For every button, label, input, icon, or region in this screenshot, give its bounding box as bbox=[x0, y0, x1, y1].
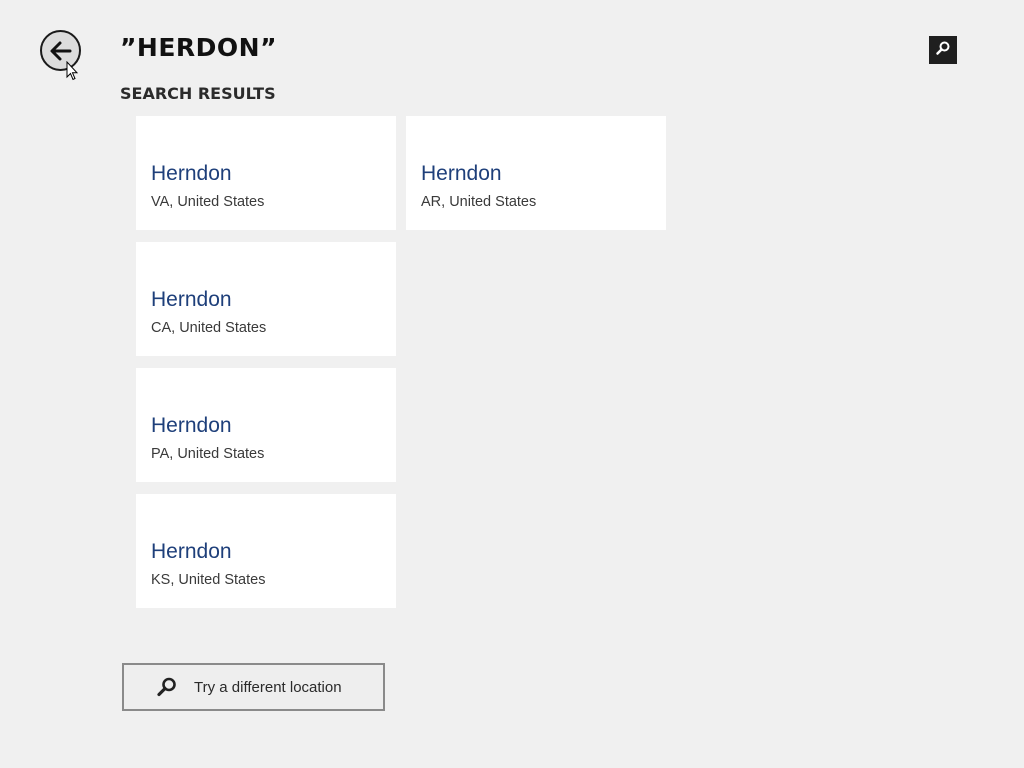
back-arrow-icon bbox=[49, 40, 73, 62]
search-icon bbox=[935, 40, 951, 60]
result-tile[interactable]: Herndon PA, United States bbox=[136, 368, 396, 482]
try-different-location-button[interactable]: Try a different location bbox=[122, 663, 385, 711]
result-city: Herndon bbox=[151, 162, 232, 185]
result-region: CA, United States bbox=[151, 320, 267, 336]
result-region: PA, United States bbox=[151, 446, 265, 462]
result-region: VA, United States bbox=[151, 194, 265, 210]
try-different-location-label: Try a different location bbox=[194, 678, 342, 696]
result-region: KS, United States bbox=[151, 572, 266, 588]
search-button[interactable] bbox=[929, 36, 957, 64]
page-title: ”HERDON” bbox=[120, 33, 278, 62]
result-city: Herndon bbox=[151, 540, 232, 563]
result-tile[interactable]: Herndon KS, United States bbox=[136, 494, 396, 608]
result-region: AR, United States bbox=[421, 194, 537, 210]
result-tile[interactable]: Herndon CA, United States bbox=[136, 242, 396, 356]
result-city: Herndon bbox=[421, 162, 502, 185]
result-tile[interactable]: Herndon VA, United States bbox=[136, 116, 396, 230]
result-city: Herndon bbox=[151, 288, 232, 311]
section-label: SEARCH RESULTS bbox=[120, 84, 276, 103]
search-icon bbox=[156, 676, 178, 698]
mouse-cursor-icon bbox=[66, 61, 78, 81]
result-tile[interactable]: Herndon AR, United States bbox=[406, 116, 666, 230]
result-city: Herndon bbox=[151, 414, 232, 437]
